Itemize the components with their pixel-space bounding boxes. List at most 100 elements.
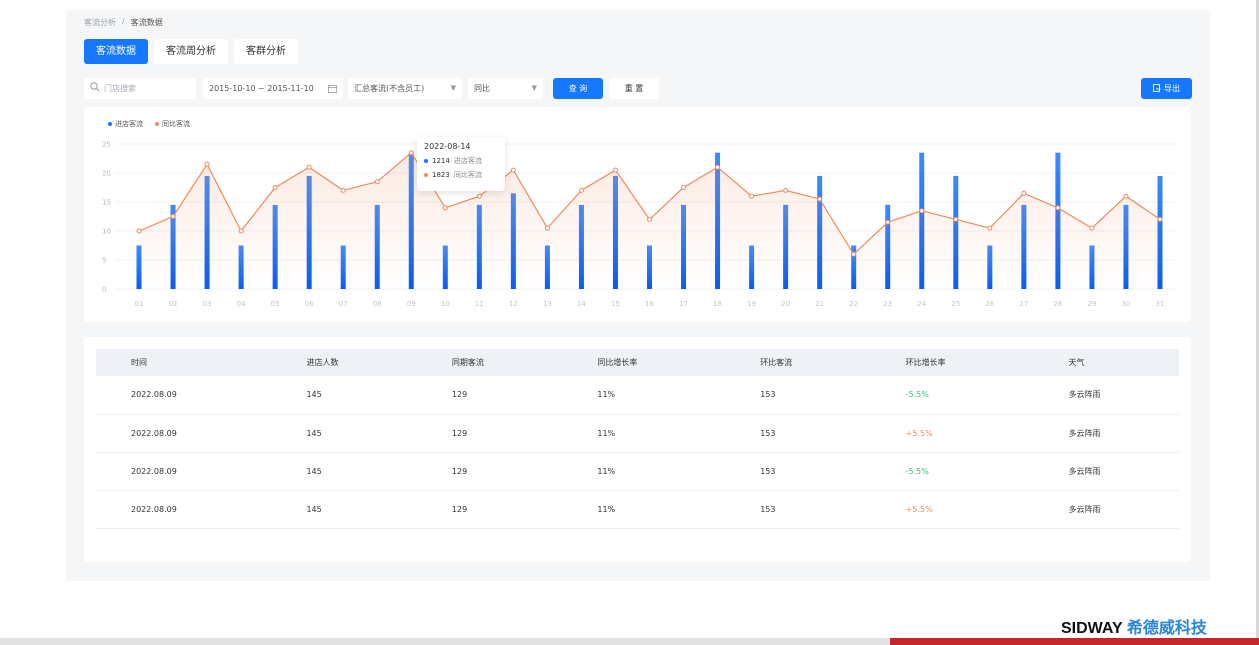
x-tick-label: 01 [135, 300, 144, 308]
x-tick-label: 07 [339, 300, 348, 308]
line-point[interactable] [885, 219, 891, 225]
line-point[interactable] [306, 164, 312, 170]
cell-weather: 多云阵雨 [1033, 376, 1179, 415]
cell-time: 2022.08.09 [96, 376, 272, 415]
cell-time: 2022.08.09 [96, 414, 272, 453]
export-label: 导出 [1164, 84, 1180, 93]
line-point[interactable] [544, 225, 550, 231]
line-point[interactable] [1055, 205, 1061, 211]
export-icon [1153, 84, 1161, 92]
x-tick-label: 17 [679, 300, 688, 308]
x-tick-label: 03 [203, 300, 212, 308]
line-point[interactable] [1157, 216, 1163, 222]
line-point[interactable] [783, 187, 789, 193]
line-point[interactable] [578, 187, 584, 193]
line-point[interactable] [987, 225, 993, 231]
compare-select[interactable]: 同比 ▼ [468, 78, 543, 99]
header-time: 时间 [131, 358, 147, 367]
cell-mom-flow: 153 [725, 376, 871, 415]
line-point[interactable] [612, 167, 618, 173]
line-point[interactable] [340, 187, 346, 193]
chart-tooltip: 2022-08-14 1214 进店客流 1823 同比客流 [417, 137, 505, 191]
cell-visitors: 145 [271, 490, 417, 529]
line-point[interactable] [851, 251, 857, 257]
x-tick-label: 22 [849, 300, 858, 308]
tooltip-row-yoy: 1823 同比客流 [424, 170, 498, 180]
chevron-down-icon: ▼ [531, 84, 537, 92]
tab-customer-group[interactable]: 客群分析 [234, 39, 298, 64]
table-row[interactable]: 2022.08.09 145 129 11% 153 +5.5% 多云阵雨 [96, 414, 1179, 453]
flow-type-select[interactable]: 汇总客流(不含员工) ▼ [348, 78, 462, 99]
line-point[interactable] [272, 185, 278, 190]
y-tick-label: 10 [102, 228, 111, 236]
line-point[interactable] [715, 164, 721, 170]
tab-bar: 客流数据 客流周分析 客群分析 [84, 39, 298, 64]
x-tick-label: 27 [1019, 300, 1028, 308]
calendar-icon [328, 85, 337, 93]
breadcrumb-parent[interactable]: 客流分析 [84, 17, 116, 28]
line-point[interactable] [374, 179, 380, 185]
x-tick-label: 19 [747, 300, 756, 308]
breadcrumb: 客流分析 / 客流数据 [84, 17, 163, 28]
header-visitors: 进店人数 [306, 358, 339, 367]
x-tick-label: 08 [373, 300, 382, 308]
line-point[interactable] [238, 228, 244, 234]
line-point[interactable] [408, 150, 414, 156]
line-point[interactable] [647, 216, 652, 222]
tab-weekly-analysis[interactable]: 客流周分析 [154, 39, 228, 64]
query-button[interactable]: 查 询 [553, 78, 603, 99]
cell-mom-flow: 153 [725, 414, 871, 453]
export-button[interactable]: 导出 [1141, 78, 1192, 99]
x-tick-label: 05 [271, 300, 280, 308]
y-tick-label: 15 [102, 199, 111, 207]
cell-mom-rate: -5.5% [870, 452, 1034, 491]
header-mom-rate: 环比增长率 [905, 358, 946, 367]
header-yoy-rate: 同比增长率 [597, 358, 638, 367]
table-header-row: 时间 进店人数 同期客流 同比增长率 环比客流 环比增长率 天气 [96, 349, 1179, 376]
chart-card: 进店客流 同比客流 0 5 10 15 20 25 01 02 03 04 05 06 07 08 09 10… [84, 107, 1191, 322]
x-tick-label: 12 [509, 300, 518, 308]
line-point[interactable] [476, 193, 482, 199]
x-tick-label: 20 [781, 300, 790, 308]
cell-yoy-rate: 11% [562, 490, 726, 529]
flow-table: 时间 进店人数 同期客流 同比增长率 环比客流 环比增长率 天气 2022.08… [96, 349, 1179, 529]
flow-chart[interactable]: 051015202501 02 03 04 05 06 07 08 09 10 11 12 13 14 15… [84, 107, 1191, 322]
y-tick-label: 0 [102, 286, 106, 294]
cell-visitors: 145 [271, 414, 417, 453]
cell-same-period: 129 [416, 490, 563, 529]
store-search-input[interactable]: 门店搜索 [84, 78, 196, 99]
line-point[interactable] [681, 185, 687, 190]
cell-same-period: 129 [416, 414, 563, 453]
table-row[interactable]: 2022.08.09 145 129 11% 153 +5.5% 多云阵雨 [96, 490, 1179, 529]
line-point[interactable] [1123, 193, 1129, 199]
line-point[interactable] [442, 205, 448, 211]
line-point[interactable] [1021, 190, 1027, 196]
header-mom-flow: 环比客流 [760, 358, 793, 367]
line-point[interactable] [817, 196, 823, 202]
tooltip-label: 进店客流 [453, 157, 482, 165]
date-range-picker[interactable]: 2015-10-10 ~ 2015-11-10 [203, 78, 343, 99]
line-point[interactable] [953, 216, 959, 222]
brand-cn: 希德威科技 [1126, 620, 1207, 637]
tooltip-value: 1214 [432, 157, 450, 165]
breadcrumb-separator: / [122, 17, 125, 26]
reset-button[interactable]: 重 置 [609, 78, 659, 99]
cell-yoy-rate: 11% [562, 414, 726, 453]
line-point[interactable] [170, 214, 176, 219]
line-point[interactable] [919, 208, 925, 214]
x-tick-label: 14 [577, 300, 586, 308]
cell-yoy-rate: 11% [562, 376, 726, 415]
line-point[interactable] [510, 167, 516, 173]
table-row[interactable]: 2022.08.09 145 129 11% 153 -5.5% 多云阵雨 [96, 452, 1179, 491]
breadcrumb-current: 客流数据 [130, 18, 163, 27]
tooltip-label: 同比客流 [453, 171, 482, 179]
cell-mom-rate: +5.5% [870, 490, 1034, 529]
line-point[interactable] [204, 161, 210, 167]
line-point[interactable] [1089, 225, 1095, 231]
tab-flow-data[interactable]: 客流数据 [84, 39, 148, 64]
cell-time: 2022.08.09 [96, 452, 272, 491]
x-tick-label: 30 [1121, 300, 1130, 308]
line-point[interactable] [749, 193, 755, 199]
table-row[interactable]: 2022.08.09 145 129 11% 153 -5.5% 多云阵雨 [96, 376, 1179, 415]
line-point[interactable] [136, 228, 142, 234]
